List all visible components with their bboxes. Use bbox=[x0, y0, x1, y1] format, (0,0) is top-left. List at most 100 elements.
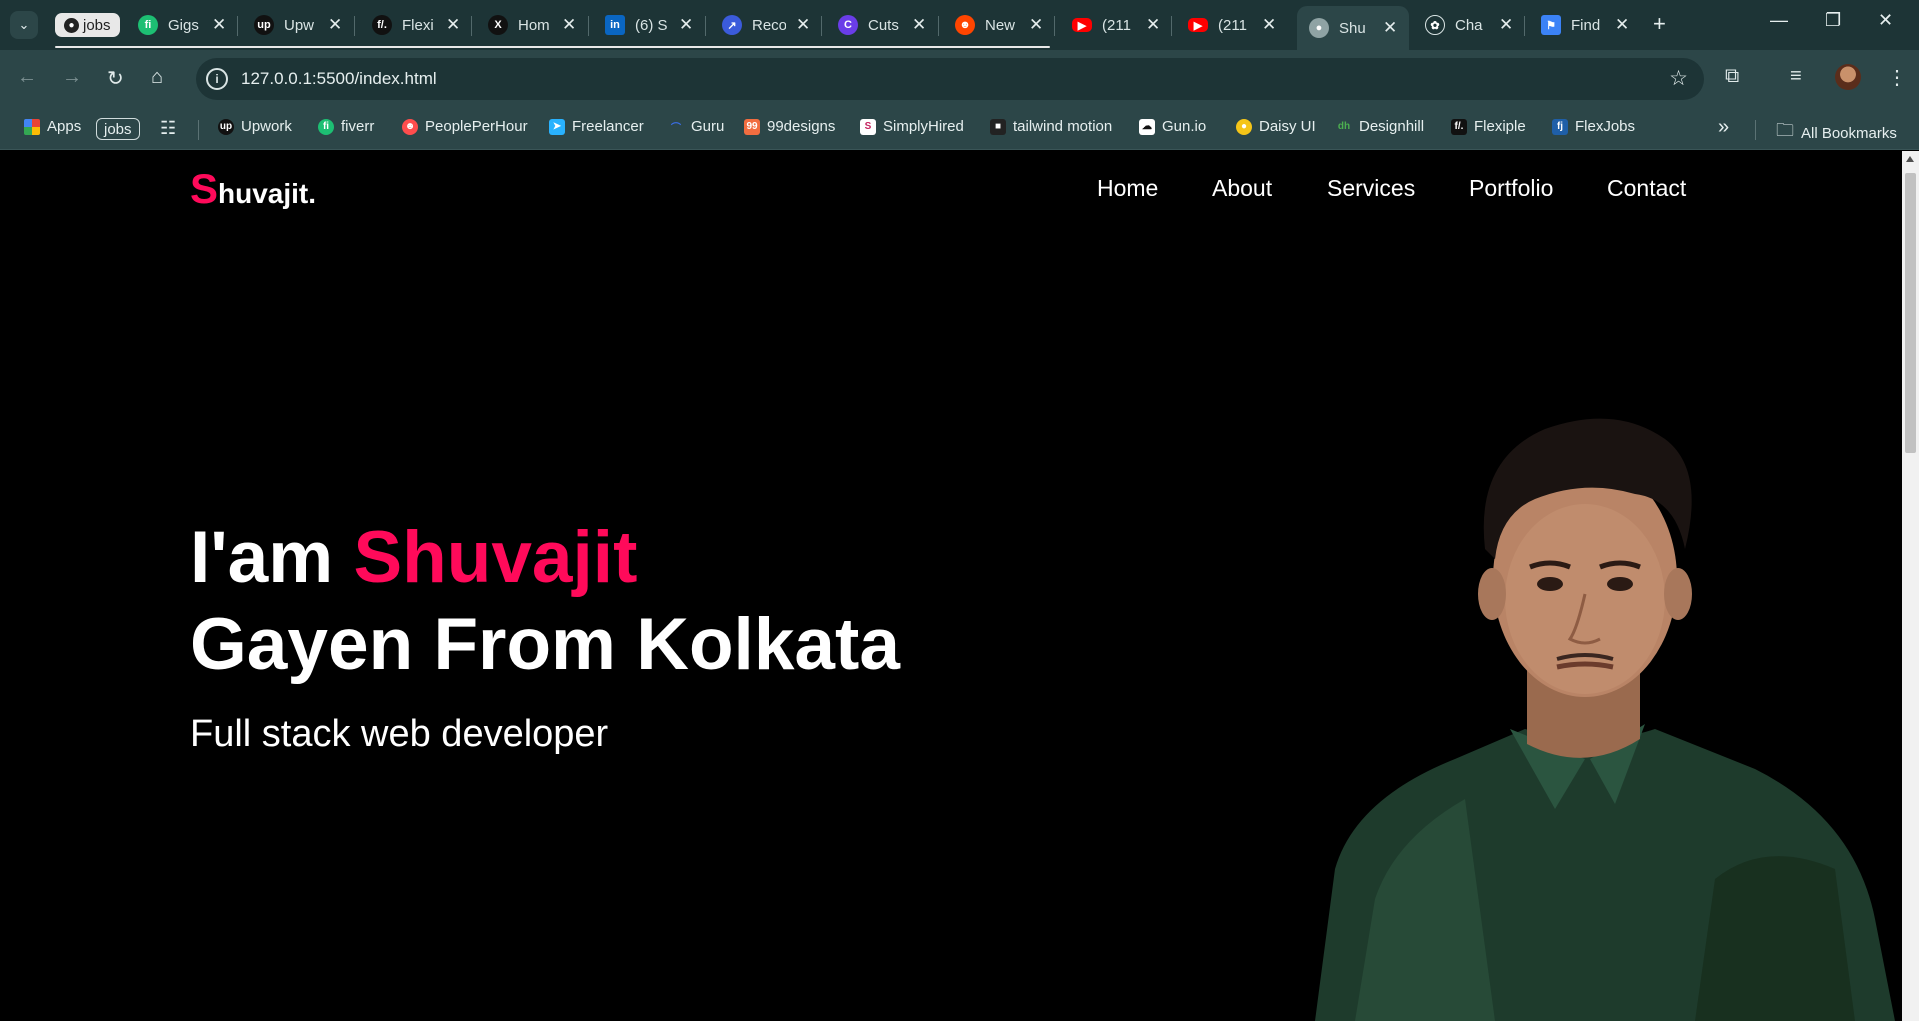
site-logo[interactable]: Shuvajit. bbox=[190, 165, 316, 213]
all-bookmarks-button[interactable]: 🗀 All Bookmarks bbox=[1776, 118, 1897, 148]
tab-title: New bbox=[985, 16, 1016, 34]
menu-button[interactable]: ⋮ bbox=[1887, 65, 1907, 90]
tab-x-home[interactable]: X Hom ✕ bbox=[488, 6, 576, 44]
close-icon[interactable]: ✕ bbox=[1146, 15, 1160, 35]
home-button[interactable]: ⌂ bbox=[151, 66, 163, 89]
bookmark-peopleperhour[interactable]: ☻ PeoplePerHour bbox=[402, 118, 528, 135]
page-scrollbar[interactable] bbox=[1902, 151, 1919, 1021]
bookmark-label: Gun.io bbox=[1162, 118, 1207, 135]
arrow-left-icon: ← bbox=[17, 66, 37, 88]
nav-about[interactable]: About bbox=[1212, 175, 1272, 202]
close-icon[interactable]: ✕ bbox=[1383, 18, 1397, 38]
tab-group-label: jobs bbox=[83, 16, 111, 34]
reload-button[interactable]: ↻ bbox=[107, 66, 124, 91]
extensions-button[interactable]: ⧉ bbox=[1725, 65, 1739, 88]
url-text[interactable]: 127.0.0.1:5500/index.html bbox=[241, 69, 437, 89]
bookmark-99designs[interactable]: 99 99designs bbox=[744, 118, 835, 135]
bookmark-label: jobs bbox=[104, 120, 132, 138]
bookmark-fiverr[interactable]: fi fiverr bbox=[318, 118, 374, 135]
grid-icon: ☷ bbox=[160, 118, 177, 138]
address-bar[interactable]: i 127.0.0.1:5500/index.html ☆ bbox=[196, 58, 1704, 100]
bookmark-freelancer[interactable]: ➤ Freelancer bbox=[549, 118, 644, 135]
tab-title: Upw bbox=[284, 16, 315, 34]
tab-gigs[interactable]: fi Gigs ✕ bbox=[138, 6, 226, 44]
forward-button[interactable]: → bbox=[62, 66, 82, 89]
bookmark-folder-jobs[interactable]: jobs bbox=[96, 118, 140, 140]
close-icon[interactable]: ✕ bbox=[796, 15, 810, 35]
tab-group-jobs[interactable]: ● jobs bbox=[55, 13, 120, 37]
bookmark-flexjobs[interactable]: fj FlexJobs bbox=[1552, 118, 1635, 135]
close-icon[interactable]: ✕ bbox=[1499, 15, 1513, 35]
tab-shuvajit-active[interactable]: ● Shu ✕ bbox=[1297, 6, 1410, 50]
bookmark-apps[interactable]: Apps bbox=[24, 118, 81, 135]
bookmarks-bar: Apps jobs ☷ up Upwork fi fiverr ☻ People… bbox=[0, 108, 1919, 150]
tab-upwork[interactable]: up Upw ✕ bbox=[254, 6, 342, 44]
media-controls-button[interactable]: ≡ bbox=[1790, 65, 1802, 88]
tab-cuts[interactable]: C Cuts ✕ bbox=[838, 6, 926, 44]
tab-reco[interactable]: ↗ Reco ✕ bbox=[722, 6, 810, 44]
close-icon[interactable]: ✕ bbox=[1615, 15, 1629, 35]
hero-first-name: Shuvajit bbox=[353, 517, 638, 598]
close-icon[interactable]: ✕ bbox=[212, 15, 226, 35]
chatgpt-icon: ✿ bbox=[1425, 15, 1445, 35]
x-icon: X bbox=[488, 15, 508, 35]
tab-flexiple[interactable]: f/. Flexi ✕ bbox=[372, 6, 460, 44]
scrollbar-thumb[interactable] bbox=[1905, 173, 1916, 453]
bookmark-label: All Bookmarks bbox=[1801, 124, 1897, 142]
tab-reddit[interactable]: ☻ New ✕ bbox=[955, 6, 1043, 44]
tab-find[interactable]: ⚑ Find ✕ bbox=[1541, 6, 1629, 44]
linkedin-icon: in bbox=[605, 15, 625, 35]
close-icon[interactable]: ✕ bbox=[328, 15, 342, 35]
bookmark-designhill[interactable]: dh Designhill bbox=[1336, 118, 1424, 135]
bookmark-label: Apps bbox=[47, 118, 82, 135]
chevron-down-icon: ⌄ bbox=[18, 17, 30, 32]
bookmark-tailwind-motion[interactable]: ■ tailwind motion bbox=[990, 118, 1112, 135]
close-icon[interactable]: ✕ bbox=[446, 15, 460, 35]
tab-chatgpt[interactable]: ✿ Cha ✕ bbox=[1425, 6, 1513, 44]
tab-groups-button[interactable]: ☷ bbox=[160, 118, 176, 139]
bookmark-label: SimplyHired bbox=[883, 118, 964, 135]
minimize-icon: — bbox=[1770, 10, 1788, 30]
nav-contact[interactable]: Contact bbox=[1607, 175, 1686, 202]
nav-home[interactable]: Home bbox=[1097, 175, 1158, 202]
bookmark-star-icon[interactable]: ☆ bbox=[1669, 66, 1688, 91]
bookmark-guru[interactable]: ⌒ Guru bbox=[668, 118, 724, 135]
bookmark-daisyui[interactable]: ● Daisy UI bbox=[1236, 118, 1316, 135]
tab-search-button[interactable]: ⌄ bbox=[10, 11, 38, 39]
portfolio-page: Shuvajit. Home About Services Portfolio … bbox=[0, 151, 1902, 1021]
nav-portfolio[interactable]: Portfolio bbox=[1469, 175, 1553, 202]
bookmark-label: Freelancer bbox=[572, 118, 644, 135]
close-icon[interactable]: ✕ bbox=[679, 15, 693, 35]
close-window-button[interactable]: ✕ bbox=[1878, 10, 1893, 31]
site-info-icon[interactable]: i bbox=[206, 68, 228, 90]
minimize-button[interactable]: — bbox=[1770, 10, 1788, 31]
bookmark-flexiple[interactable]: f/. Flexiple bbox=[1451, 118, 1526, 135]
profile-avatar[interactable] bbox=[1835, 64, 1861, 90]
bookmark-simplyhired[interactable]: S SimplyHired bbox=[860, 118, 964, 135]
tab-youtube-1[interactable]: ▶ (211 ✕ bbox=[1072, 6, 1160, 44]
restore-button[interactable]: ❐ bbox=[1825, 10, 1841, 31]
tab-title: Cha bbox=[1455, 16, 1483, 34]
close-icon[interactable]: ✕ bbox=[1029, 15, 1043, 35]
scroll-up-arrow-icon[interactable] bbox=[1906, 156, 1914, 162]
close-icon[interactable]: ✕ bbox=[912, 15, 926, 35]
browser-toolbar: ← → ↻ ⌂ i 127.0.0.1:5500/index.html ☆ ⧉ … bbox=[0, 50, 1919, 108]
tab-title: (211 bbox=[1218, 16, 1247, 34]
upwork-blue-icon: ↗ bbox=[722, 15, 742, 35]
profile-photo bbox=[1315, 418, 1895, 1021]
tab-youtube-2[interactable]: ▶ (211 ✕ bbox=[1188, 6, 1276, 44]
bookmark-gunio[interactable]: ☁ Gun.io bbox=[1139, 118, 1206, 135]
freelancer-icon: ➤ bbox=[549, 118, 565, 135]
tab-linkedin[interactable]: in (6) S ✕ bbox=[605, 6, 693, 44]
tailwind-motion-icon: ■ bbox=[990, 118, 1006, 135]
gunio-icon: ☁ bbox=[1139, 118, 1155, 135]
bookmark-upwork[interactable]: up Upwork bbox=[218, 118, 292, 135]
close-icon[interactable]: ✕ bbox=[562, 15, 576, 35]
back-button[interactable]: ← bbox=[17, 66, 37, 89]
nav-services[interactable]: Services bbox=[1327, 175, 1415, 202]
more-bookmarks-button[interactable]: » bbox=[1718, 116, 1729, 139]
bookmark-label: FlexJobs bbox=[1575, 118, 1636, 135]
new-tab-button[interactable]: + bbox=[1653, 11, 1666, 37]
bookmark-label: Upwork bbox=[241, 118, 292, 135]
close-icon[interactable]: ✕ bbox=[1262, 15, 1276, 35]
